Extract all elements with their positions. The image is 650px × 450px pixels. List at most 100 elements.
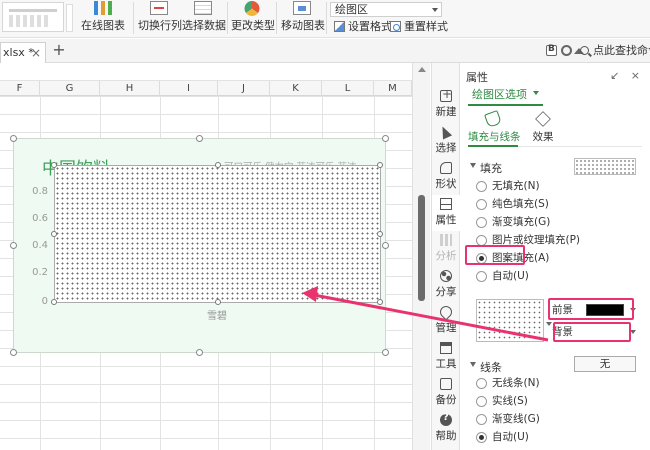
sidenav-backup[interactable]: 备份: [432, 375, 460, 411]
resize-handle[interactable]: [382, 349, 389, 356]
reset-icon: [390, 21, 401, 32]
ribbon-separator: [227, 2, 228, 34]
sidenav-manage[interactable]: 管理: [432, 303, 460, 339]
sidenav-label: 分享: [435, 286, 457, 298]
column-header[interactable]: I: [160, 81, 218, 96]
doc-icon[interactable]: [546, 44, 557, 56]
radio-solid-line[interactable]: 实线(S): [476, 393, 528, 409]
sidenav-label: 备份: [435, 394, 457, 406]
fill-preview-swatch: [574, 158, 636, 175]
sidenav-label: 选择: [435, 142, 457, 154]
column-header[interactable]: K: [270, 81, 322, 96]
resize-handle[interactable]: [382, 242, 389, 249]
y-tick-label: 0.6: [32, 213, 48, 224]
plot-resize-handle[interactable]: [51, 299, 57, 305]
plot-resize-handle[interactable]: [377, 299, 383, 305]
resize-handle[interactable]: [382, 135, 389, 142]
sidenav-shape[interactable]: 形状: [432, 159, 460, 195]
ribbon-separator: [326, 2, 327, 34]
plot-resize-handle[interactable]: [51, 162, 57, 168]
sidenav-new[interactable]: 新建: [432, 87, 460, 123]
resize-handle[interactable]: [10, 349, 17, 356]
highlight-background: [553, 322, 631, 342]
switch-rowcol-button[interactable]: 切换行列: [138, 0, 182, 36]
radio-no-fill[interactable]: 无填充(N): [476, 178, 540, 194]
cube-icon: [535, 111, 551, 127]
backup-icon: [440, 378, 452, 390]
reset-style-button[interactable]: 重置样式: [390, 20, 448, 34]
active-tab-indicator: [468, 145, 518, 147]
gear-icon[interactable]: [561, 45, 572, 56]
column-header[interactable]: M: [374, 81, 412, 96]
vertical-scrollbar[interactable]: [412, 63, 430, 450]
set-format-button[interactable]: 设置格式: [334, 20, 392, 34]
resize-handle[interactable]: [10, 135, 17, 142]
formula-bar-area: [0, 63, 412, 80]
plot-resize-handle[interactable]: [377, 231, 383, 237]
sidenav-analysis[interactable]: 分析: [432, 231, 460, 267]
chart-area[interactable]: 中国饮料 可口可乐 健力宝 芬达可乐 芬达 0.8 0.6 0.4 0.2 0 …: [10, 135, 389, 356]
plot-resize-handle[interactable]: [215, 162, 221, 168]
fill-line-label: 填充与线条: [468, 131, 521, 143]
format-icon: [334, 21, 345, 32]
cursor-icon: [437, 124, 453, 140]
bar-chart-icon: [94, 1, 112, 15]
radio-no-line[interactable]: 无线条(N): [476, 375, 540, 391]
sidenav-label: 新建: [435, 106, 457, 118]
ribbon-toolbar: 在线图表 切换行列 选择数据 更改类型 移动图表 绘图区 设置格式 重置样式: [0, 0, 650, 38]
file-tab[interactable]: xlsx * ×: [0, 42, 46, 63]
sidenav-properties[interactable]: 属性: [432, 195, 460, 231]
plot-resize-handle[interactable]: [51, 231, 57, 237]
column-header[interactable]: G: [40, 81, 100, 96]
resize-handle[interactable]: [196, 135, 203, 142]
pie-chart-icon: [244, 1, 260, 16]
radio-solid-fill[interactable]: 纯色填充(S): [476, 196, 549, 212]
radio-gradient-line[interactable]: 渐变线(G): [476, 411, 540, 427]
x-axis-label: 雪碧: [207, 311, 227, 322]
plot-resize-handle[interactable]: [377, 162, 383, 168]
close-icon[interactable]: ×: [31, 43, 41, 63]
resize-handle[interactable]: [10, 242, 17, 249]
help-icon: [440, 412, 452, 426]
radio-gradient-fill[interactable]: 渐变填充(G): [476, 214, 550, 230]
change-type-label: 更改类型: [231, 19, 275, 32]
command-search[interactable]: 点此查找命令: [580, 44, 650, 58]
move-chart-button[interactable]: 移动图表: [281, 0, 325, 36]
plot-area-options-tab[interactable]: 绘图区选项: [468, 86, 543, 106]
sidenav-label: 形状: [435, 178, 457, 190]
resize-handle[interactable]: [196, 349, 203, 356]
add-tab-button[interactable]: +: [52, 41, 66, 59]
chart-style-thumbnail[interactable]: [2, 2, 64, 32]
column-header[interactable]: H: [100, 81, 160, 96]
line-section-header[interactable]: 线条: [470, 359, 502, 375]
online-chart-button[interactable]: 在线图表: [78, 0, 128, 36]
chart-style-dropdown[interactable]: [66, 4, 73, 32]
file-tab-label: xlsx *: [3, 46, 34, 59]
change-type-button[interactable]: 更改类型: [231, 0, 275, 36]
line-none-button[interactable]: 无: [574, 356, 636, 372]
scroll-up-icon[interactable]: [418, 67, 426, 72]
radio-auto-line[interactable]: 自动(U): [476, 429, 529, 445]
plot-resize-handle[interactable]: [215, 299, 221, 305]
y-tick-label: 0.8: [32, 186, 48, 197]
sidenav-select[interactable]: 选择: [432, 123, 460, 159]
pattern-swatch[interactable]: [476, 299, 544, 342]
sidenav-share[interactable]: 分享: [432, 267, 460, 303]
scrollbar-thumb[interactable]: [418, 195, 425, 301]
ribbon-separator: [133, 2, 134, 34]
sidenav-help[interactable]: 帮助: [432, 411, 460, 447]
sidenav-label: 分析: [435, 250, 457, 262]
panel-window-controls[interactable]: ↙ ×: [610, 69, 644, 82]
column-header[interactable]: L: [322, 81, 374, 96]
column-header[interactable]: F: [0, 81, 40, 96]
select-data-button[interactable]: 选择数据: [182, 0, 226, 36]
paint-bucket-icon: [484, 110, 502, 128]
column-header[interactable]: J: [218, 81, 270, 96]
fill-section-header[interactable]: 填充: [470, 160, 502, 176]
sidenav-label: 管理: [435, 322, 457, 334]
highlight-pattern-fill: [465, 245, 525, 265]
sidenav-tools[interactable]: 工具: [432, 339, 460, 375]
radio-auto-fill[interactable]: 自动(U): [476, 268, 529, 284]
chart-element-select[interactable]: 绘图区: [330, 2, 442, 17]
plot-area[interactable]: [51, 162, 383, 305]
